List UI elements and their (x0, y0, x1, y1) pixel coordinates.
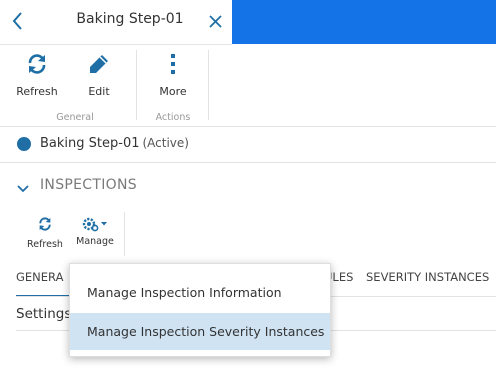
section-refresh-button[interactable]: Refresh (26, 216, 64, 250)
group-label-actions: Actions (155, 112, 191, 123)
more-vertical-icon (150, 52, 196, 79)
refresh-button[interactable]: Refresh (12, 52, 62, 98)
tab-severity-instances[interactable]: SEVERITY INSTANCES (366, 270, 489, 284)
section-refresh-label: Refresh (27, 239, 63, 250)
header-accent-bar (232, 0, 496, 44)
status-indicator (17, 137, 31, 151)
menu-item-manage-inspection-information[interactable]: Manage Inspection Information (70, 274, 330, 311)
record-title: Baking Step-01 (Active) (40, 136, 189, 151)
menu-item-manage-inspection-severity-instances[interactable]: Manage Inspection Severity Instances (70, 313, 330, 350)
edit-label: Edit (88, 85, 110, 98)
more-button[interactable]: More (150, 52, 196, 98)
gear-dropdown-icon (81, 216, 109, 232)
pencil-icon (76, 52, 122, 79)
section-toolbar-divider (124, 212, 125, 256)
chevron-left-icon[interactable] (8, 10, 28, 32)
record-name: Baking Step-01 (40, 136, 140, 151)
toolbar-divider-2 (208, 50, 209, 120)
group-label-general: General (56, 112, 94, 123)
more-label: More (159, 85, 187, 98)
close-icon[interactable] (206, 11, 226, 33)
section-title[interactable]: INSPECTIONS (40, 177, 137, 193)
record-state: (Active) (142, 136, 189, 150)
manage-label: Manage (76, 236, 114, 247)
toolbar-divider (136, 50, 137, 120)
edit-button[interactable]: Edit (76, 52, 122, 98)
chevron-down-icon[interactable] (16, 180, 30, 193)
refresh-label: Refresh (16, 85, 58, 98)
record-divider (0, 162, 496, 163)
refresh-icon (12, 52, 62, 79)
toolbar-bottom-divider (0, 126, 496, 127)
settings-heading: Settings (16, 306, 72, 322)
tab-general[interactable]: GENERA (16, 270, 63, 284)
page-title: Baking Step-01 (76, 11, 184, 27)
header-divider (0, 44, 232, 45)
manage-dropdown-menu: Manage Inspection Information Manage Ins… (69, 263, 331, 357)
refresh-icon (37, 216, 53, 235)
manage-button[interactable]: Manage (74, 216, 116, 247)
